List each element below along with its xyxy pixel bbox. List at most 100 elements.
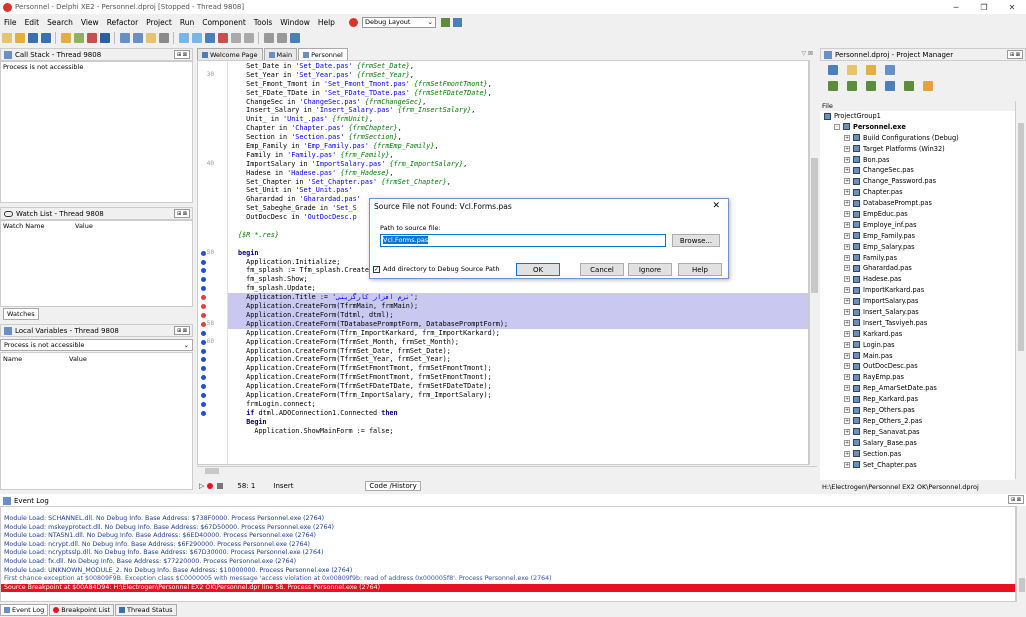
blue-dot-icon[interactable] <box>201 348 206 354</box>
code-line[interactable]: Set_Unit in 'Set_Unit.pas' <box>228 186 808 195</box>
menu-project[interactable]: Project <box>142 18 176 27</box>
activate-project-icon[interactable] <box>827 65 838 75</box>
tree-item[interactable]: + Bon.pas <box>820 155 1015 166</box>
expand-icon[interactable]: + <box>844 385 850 392</box>
local-name-column[interactable]: Name <box>3 355 69 363</box>
tree-item[interactable]: + Set_Chapter.pas <box>820 460 1015 471</box>
tab-welcome-page[interactable]: Welcome Page <box>197 48 263 60</box>
tree-item[interactable]: + Chapter.pas <box>820 187 1015 198</box>
expand-icon[interactable]: + <box>844 156 850 163</box>
debug-step-icon[interactable]: ▷ <box>199 482 204 490</box>
expand-icon[interactable]: + <box>844 330 850 337</box>
watch-list-header[interactable]: Watch List - Thread 9808 ⊞ ⊠ <box>0 207 193 220</box>
code-line[interactable]: Chapter in 'Chapter.pas' {frmChapter}, <box>228 124 808 133</box>
expand-icon[interactable]: + <box>844 461 850 468</box>
blue-dot-icon[interactable] <box>201 339 206 345</box>
menu-component[interactable]: Component <box>198 18 250 27</box>
close-button[interactable]: ✕ <box>998 0 1026 14</box>
menu-help[interactable]: Help <box>314 18 339 27</box>
panel-pin-close-icon[interactable]: ⊞ ⊠ <box>174 50 190 59</box>
project-manager-header[interactable]: Personnel.dproj - Project Manager ⊞ ⊠ <box>820 48 1026 61</box>
tree-item[interactable]: + Target Platforms (Win32) <box>820 144 1015 155</box>
code-line[interactable]: Set_Fmont_Tmont in 'Set_Fmont_Tmont.pas'… <box>228 80 808 89</box>
log-line[interactable]: Module Load: ncryptsslp.dll. No Debug In… <box>1 549 1015 558</box>
menu-search[interactable]: Search <box>43 18 77 27</box>
log-line[interactable]: Module Load: NTASN1.dll. No Debug Info. … <box>1 532 1015 541</box>
tree-item[interactable]: + Rep_Others.pas <box>820 405 1015 416</box>
help-icon[interactable] <box>289 33 300 43</box>
pause-icon[interactable] <box>204 33 215 43</box>
tree-item[interactable]: + Family.pas <box>820 253 1015 264</box>
tree-item[interactable]: + Hadese.pas <box>820 274 1015 285</box>
local-value-column[interactable]: Value <box>69 355 87 363</box>
event-log-panel[interactable]: Module Load: SCHANNEL.dll. No Debug Info… <box>0 506 1016 602</box>
tree-item[interactable]: + Rep_Sanavat.pas <box>820 427 1015 438</box>
code-line[interactable]: Set_FDate_TDate in 'Set_FDate_TDate.pas'… <box>228 89 808 98</box>
path-input[interactable]: Vcl.Forms.pas <box>380 234 666 247</box>
expand-icon[interactable]: + <box>844 145 850 152</box>
code-line[interactable]: Application.CreateForm(TfrmMain, frmMain… <box>201 302 808 311</box>
tree-item[interactable]: + OutDocDesc.pas <box>820 361 1015 372</box>
expand-icon[interactable]: + <box>844 298 850 305</box>
tree-item[interactable]: + Employe_inf.pas <box>820 220 1015 231</box>
collapse-icon[interactable] <box>865 81 876 91</box>
expand-icon[interactable]: + <box>844 374 850 381</box>
code-line[interactable]: frmLogin.connect; <box>201 400 808 409</box>
code-line[interactable]: Set_Date in 'Set_Date.pas' {frmSet_Date}… <box>228 62 808 71</box>
collapse-icon[interactable]: - <box>834 123 840 130</box>
tab-event-log[interactable]: Event Log <box>0 604 49 616</box>
tree-item[interactable]: ProjectGroup1 <box>820 111 1015 122</box>
expand-icon[interactable]: + <box>844 363 850 370</box>
code-line[interactable]: if dtml.ADOConnection1.Connected then <box>201 409 808 418</box>
scrollbar-thumb[interactable] <box>205 468 219 474</box>
maximize-button[interactable]: ❐ <box>970 0 998 14</box>
tree-item[interactable]: + Rep_Karkard.pas <box>820 394 1015 405</box>
tree-item[interactable]: + Rep_AmarSetDate.pas <box>820 383 1015 394</box>
log-line[interactable]: Module Load: UNKNOWN_MODULE_2. No Debug … <box>1 567 1015 576</box>
expand-icon[interactable]: + <box>844 134 850 141</box>
expand-icon[interactable]: + <box>844 407 850 414</box>
menu-run[interactable]: Run <box>176 18 198 27</box>
expand-icon[interactable]: + <box>844 439 850 446</box>
event-log-scrollbar[interactable] <box>1016 506 1026 602</box>
local-variables-header[interactable]: Local Variables - Thread 9808 ⊞ ⊠ <box>0 324 193 337</box>
close-icon[interactable]: ✕ <box>712 201 720 211</box>
expand-icon[interactable]: + <box>844 276 850 283</box>
code-line[interactable]: 58 Application.CreateForm(TDatabasePromp… <box>201 319 808 329</box>
open-project-icon[interactable] <box>60 33 71 43</box>
save-all-icon[interactable] <box>40 33 51 43</box>
project-tree[interactable]: ProjectGroup1 - Personnel.exe + Build Config… <box>820 111 1015 480</box>
save-layout-icon[interactable] <box>440 17 450 27</box>
layout-icon[interactable] <box>348 17 358 27</box>
log-line[interactable]: First chance exception at $00809F9B. Exc… <box>1 575 1015 584</box>
blue-dot-icon[interactable] <box>201 259 206 265</box>
tree-item[interactable]: + EmpEduc.pas <box>820 209 1015 220</box>
scrollbar-thumb[interactable] <box>811 158 818 293</box>
panel-pin-close-icon[interactable]: ⊞ ⊠ <box>174 326 190 335</box>
expand-icon[interactable]: + <box>844 254 850 261</box>
log-line[interactable]: Module Load: fx.dll. No Debug Info. Base… <box>1 558 1015 567</box>
help-button[interactable]: Help <box>678 263 722 276</box>
code-line[interactable]: ChangeSec in 'ChangeSec.pas' {frmChangeS… <box>228 98 808 107</box>
code-line[interactable]: Application.CreateForm(TfrmSetFmontTmont… <box>201 364 808 373</box>
tree-item[interactable]: + RayEmp.pas <box>820 372 1015 383</box>
program-reset-icon[interactable] <box>217 33 228 43</box>
code-line[interactable]: Unit_ in 'Unit_.pas' {frmUnit}, <box>228 115 808 124</box>
project-options-icon[interactable] <box>158 33 169 43</box>
scrollbar-thumb[interactable] <box>1018 123 1024 351</box>
blue-dot-icon[interactable] <box>201 250 206 256</box>
tree-item[interactable]: + Gharardad.pas <box>820 263 1015 274</box>
editor-horizontal-scrollbar[interactable] <box>197 466 817 475</box>
trace-into-icon[interactable] <box>230 33 241 43</box>
blue-dot-icon[interactable] <box>201 401 206 407</box>
local-variables-panel[interactable]: Name Value <box>0 352 193 490</box>
code-line[interactable]: Insert_Salary in 'Insert_Salary.pas' {fr… <box>228 106 808 115</box>
call-stack-header[interactable]: Call Stack - Thread 9808 ⊞ ⊠ <box>0 48 193 61</box>
code-line[interactable]: Hadese in 'Hadese.pas' {frm_Hadese}, <box>228 169 808 178</box>
tree-item[interactable]: + Change_Password.pas <box>820 176 1015 187</box>
code-line[interactable]: Application.ShowMainForm := false; <box>228 427 808 436</box>
tab-thread-status[interactable]: Thread Status <box>115 604 177 616</box>
expand-icon[interactable]: + <box>844 211 850 218</box>
expand-icon[interactable]: + <box>844 309 850 316</box>
code-line[interactable]: 40 ImportSalary in 'ImportSalary.pas' {f… <box>207 160 808 169</box>
